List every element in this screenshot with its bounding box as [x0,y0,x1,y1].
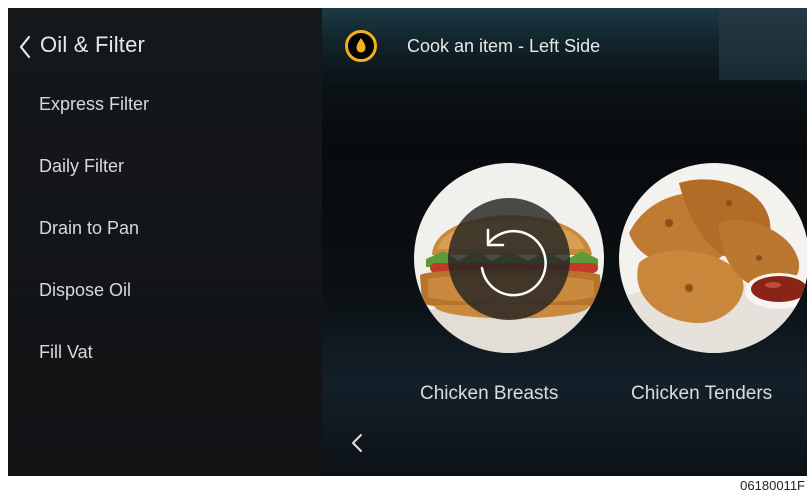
main-header: Cook an item - Left Side [322,8,807,88]
reset-button[interactable] [448,198,570,320]
oil-drop-icon[interactable] [344,29,378,63]
menu-item-express-filter[interactable]: Express Filter [8,80,322,130]
product-tile-chicken-tenders[interactable] [619,163,807,353]
product-label-chicken-breasts: Chicken Breasts [420,383,559,404]
chevron-left-icon [352,434,362,452]
menu-item-label: Daily Filter [39,156,125,176]
menu-item-label: Fill Vat [39,342,93,362]
menu-item-drain-to-pan[interactable]: Drain to Pan [8,204,322,254]
chicken-tenders-image [619,163,807,353]
fryer-screen: Oil & Filter Express Filter Daily Filter… [8,8,807,476]
reset-icon [480,228,547,297]
main-title: Cook an item - Left Side [407,36,601,56]
menu-item-label: Drain to Pan [39,218,140,238]
previous-page-button[interactable] [344,428,370,458]
header-side-panel [719,8,807,80]
product-label-chicken-tenders: Chicken Tenders [631,383,773,404]
sidebar-title: Oil & Filter [40,32,146,57]
menu-item-label: Express Filter [39,94,150,114]
menu-item-daily-filter[interactable]: Daily Filter [8,142,322,192]
back-button[interactable]: Oil & Filter [8,8,322,80]
menu-item-fill-vat[interactable]: Fill Vat [8,328,322,378]
sidebar: Oil & Filter Express Filter Daily Filter… [8,8,322,476]
main-panel: Cook an item - Left Side Chicken Breasts… [322,8,807,476]
menu-item-label: Dispose Oil [39,280,132,300]
figure-code: 06180011F [740,478,805,493]
chevron-left-icon [19,35,31,59]
menu-item-dispose-oil[interactable]: Dispose Oil [8,266,322,316]
